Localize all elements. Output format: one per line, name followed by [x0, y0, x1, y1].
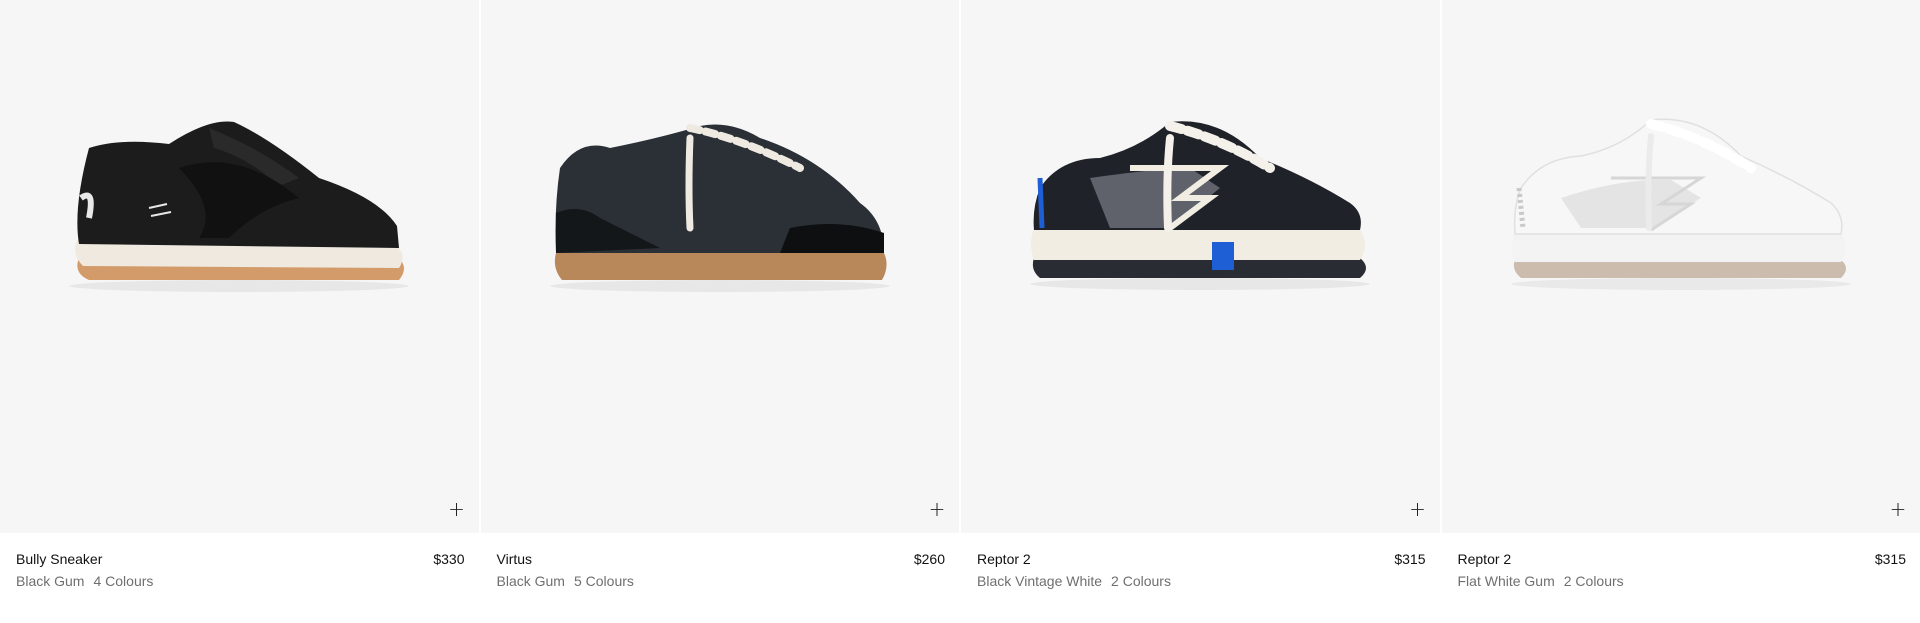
add-to-cart-plus-icon[interactable]: +: [445, 497, 469, 521]
add-to-cart-plus-icon[interactable]: +: [1886, 497, 1910, 521]
product-price: $260: [913, 551, 945, 567]
product-card[interactable]: + Bully Sneaker $330 Black Gum 4 Colours: [0, 0, 479, 623]
product-info: Reptor 2 $315 Black Vintage White 2 Colou…: [961, 533, 1440, 589]
product-colorway: Black Gum: [16, 573, 85, 589]
product-card[interactable]: + Reptor 2 $315 Black Vintage White 2 Col…: [961, 0, 1440, 623]
product-colours-count[interactable]: 5 Colours: [574, 573, 634, 589]
product-colorway: Black Gum: [496, 573, 565, 589]
product-image-area[interactable]: +: [0, 0, 479, 533]
product-name[interactable]: Bully Sneaker: [16, 551, 102, 567]
product-image-area[interactable]: +: [961, 0, 1440, 533]
add-to-cart-plus-icon[interactable]: +: [925, 497, 949, 521]
product-name[interactable]: Reptor 2: [977, 551, 1031, 567]
product-info: Reptor 2 $315 Flat White Gum 2 Colours: [1442, 533, 1920, 589]
sneaker-image: [69, 121, 410, 292]
product-colorway: Flat White Gum: [1457, 573, 1555, 589]
product-colours-count[interactable]: 4 Colours: [93, 573, 153, 589]
product-colours-count[interactable]: 2 Colours: [1564, 573, 1624, 589]
product-name[interactable]: Reptor 2: [1458, 551, 1512, 567]
product-colorway: Black Vintage White: [977, 573, 1103, 589]
product-price: $315: [1394, 551, 1426, 567]
product-name[interactable]: Virtus: [497, 551, 533, 567]
product-image[interactable]: [59, 108, 419, 298]
product-info: Bully Sneaker $330 Black Gum 4 Colours: [0, 533, 479, 589]
add-to-cart-plus-icon[interactable]: +: [1406, 497, 1430, 521]
product-card[interactable]: + Virtus $260 Black Gum 5 Colours: [480, 0, 960, 623]
product-image-area[interactable]: +: [1441, 0, 1920, 533]
product-image[interactable]: [540, 108, 900, 298]
product-price: $315: [1874, 551, 1906, 567]
product-image[interactable]: [1501, 108, 1861, 298]
product-image-area[interactable]: +: [480, 0, 959, 533]
product-grid: + Bully Sneaker $330 Black Gum 4 Colours: [0, 0, 1920, 623]
sneaker-image: [1030, 121, 1371, 290]
product-info: Virtus $260 Black Gum 5 Colours: [481, 533, 960, 589]
product-colours-count[interactable]: 2 Colours: [1111, 573, 1171, 589]
sneaker-image: [549, 124, 890, 292]
product-image[interactable]: [1020, 108, 1380, 298]
product-card[interactable]: + Reptor 2 $315 Flat White Gum 2 Colours: [1441, 0, 1920, 623]
product-price: $330: [433, 551, 465, 567]
sneaker-image: [1510, 118, 1851, 290]
